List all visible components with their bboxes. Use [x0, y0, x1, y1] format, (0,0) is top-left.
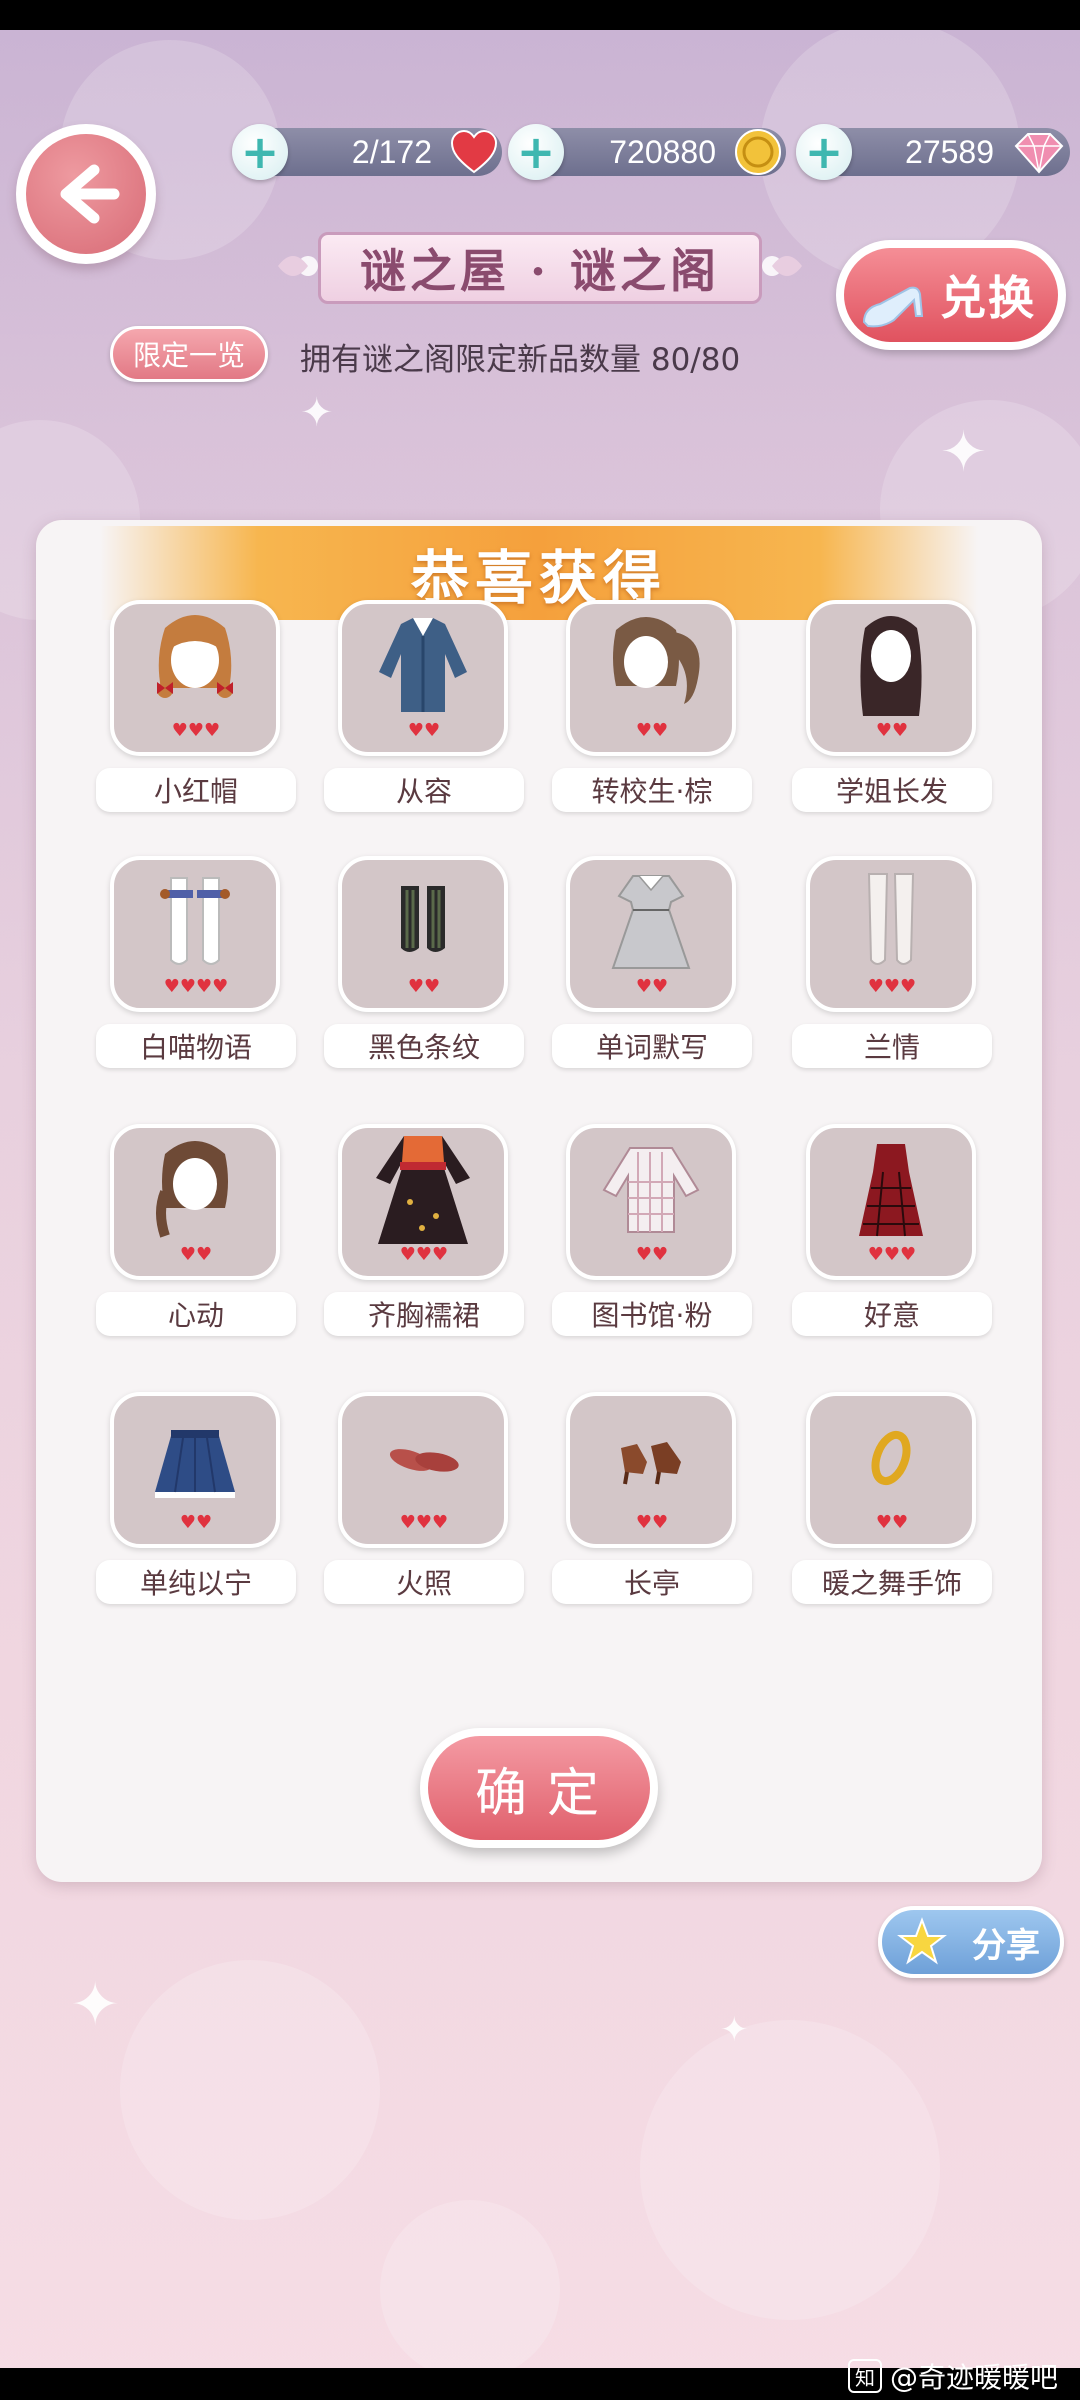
- item-name: 火照: [324, 1560, 524, 1604]
- stamina-value: 2/172: [351, 133, 432, 170]
- page-title: 谜之屋 · 谜之阁: [318, 232, 762, 304]
- hair-brown-bows-icon: [157, 615, 233, 698]
- rarity-hearts: ♥♥: [179, 1512, 213, 1533]
- add-stamina-button[interactable]: +: [232, 124, 288, 180]
- item-name: 好意: [792, 1292, 992, 1336]
- brown-heels-icon: [621, 1442, 681, 1485]
- item-name: 单纯以宁: [96, 1560, 296, 1604]
- rarity-hearts: ♥♥♥: [399, 1244, 449, 1265]
- plaid-shirt-icon: [602, 1147, 700, 1233]
- diamond-value: 27589: [905, 133, 994, 170]
- watermark: 知 @奇迹暖暖吧: [848, 2356, 1058, 2396]
- item-name: 齐胸襦裙: [324, 1292, 524, 1336]
- zhihu-logo-icon: 知: [848, 2359, 882, 2393]
- share-label: 分享: [972, 1925, 1040, 1966]
- glass-slipper-icon: [862, 286, 924, 328]
- confirm-button[interactable]: 确定: [420, 1728, 658, 1848]
- ponytail-hair-icon: [613, 617, 700, 704]
- red-flats-icon: [389, 1449, 459, 1472]
- watermark-text: @奇迹暖暖吧: [890, 2361, 1059, 2394]
- limited-list-button[interactable]: 限定一览: [110, 326, 268, 382]
- rarity-hearts: ♥♥♥: [399, 1512, 449, 1533]
- white-stockings-icon: [160, 877, 230, 965]
- item-name: 心动: [96, 1292, 296, 1336]
- rarity-hearts: ♥♥♥: [867, 976, 917, 997]
- back-button[interactable]: [16, 124, 156, 264]
- rarity-hearts: ♥♥♥: [171, 720, 221, 741]
- gold-coin-icon: [735, 129, 781, 175]
- heart-icon: [450, 129, 498, 174]
- red-plaid-dress-icon: [859, 1144, 923, 1237]
- rarity-hearts: ♥♥♥: [867, 1244, 917, 1265]
- rarity-hearts: ♥♥: [179, 1244, 213, 1265]
- owned-count-text: 拥有谜之阁限定新品数量 80/80: [300, 342, 741, 378]
- item-name: 学姐长发: [792, 768, 992, 812]
- rarity-hearts: ♥♥: [407, 720, 441, 741]
- item-name: 黑色条纹: [324, 1024, 524, 1068]
- striped-socks-icon: [401, 886, 445, 952]
- rarity-hearts: ♥♥: [635, 1244, 669, 1265]
- rarity-hearts: ♥♥♥♥: [163, 976, 229, 997]
- banner-right-ornament-icon: [762, 256, 802, 276]
- navy-skirt-icon: [155, 1430, 235, 1498]
- hanfu-dress-icon: [376, 1136, 470, 1244]
- side-braid-hair-icon: [156, 1141, 228, 1238]
- add-diamond-button[interactable]: +: [796, 124, 852, 180]
- rarity-hearts: ♥♥: [875, 1512, 909, 1533]
- item-name: 暖之舞手饰: [792, 1560, 992, 1604]
- item-name: 兰情: [792, 1024, 992, 1068]
- star-icon: [897, 1917, 947, 1965]
- gold-bracelet-icon: [871, 1430, 911, 1486]
- item-name: 长亭: [552, 1560, 752, 1604]
- white-long-stockings-icon: [867, 873, 915, 965]
- exchange-label: 兑换: [940, 271, 1036, 325]
- add-gold-button[interactable]: +: [508, 124, 564, 180]
- item-name: 小红帽: [96, 768, 296, 812]
- gold-value: 720880: [609, 133, 716, 170]
- item-name: 单词默写: [552, 1024, 752, 1068]
- grey-dress-icon: [611, 875, 691, 969]
- blue-coat-icon: [379, 618, 467, 712]
- exchange-button[interactable]: 兑换: [836, 240, 1066, 350]
- rarity-hearts: ♥♥: [875, 720, 909, 741]
- status-bar: [0, 0, 1080, 30]
- long-dark-hair-icon: [860, 616, 922, 716]
- reward-panel: 恭喜获得 ♥♥♥ 小红帽 ♥♥ 从容 ♥♥ 转校生·棕 ♥♥ 学姐长发 ♥♥♥♥…: [36, 520, 1042, 1882]
- rarity-hearts: ♥♥: [635, 976, 669, 997]
- confirm-label: 确定: [428, 1736, 650, 1840]
- rarity-hearts: ♥♥: [635, 1512, 669, 1533]
- share-button[interactable]: 分享: [878, 1906, 1064, 1978]
- back-arrow-icon: [60, 164, 120, 224]
- item-name: 从容: [324, 768, 524, 812]
- rarity-hearts: ♥♥: [407, 976, 441, 997]
- diamond-icon: [1014, 133, 1064, 174]
- item-name: 白喵物语: [96, 1024, 296, 1068]
- item-name: 转校生·棕: [552, 768, 752, 812]
- rarity-hearts: ♥♥: [635, 720, 669, 741]
- item-name: 图书馆·粉: [552, 1292, 752, 1336]
